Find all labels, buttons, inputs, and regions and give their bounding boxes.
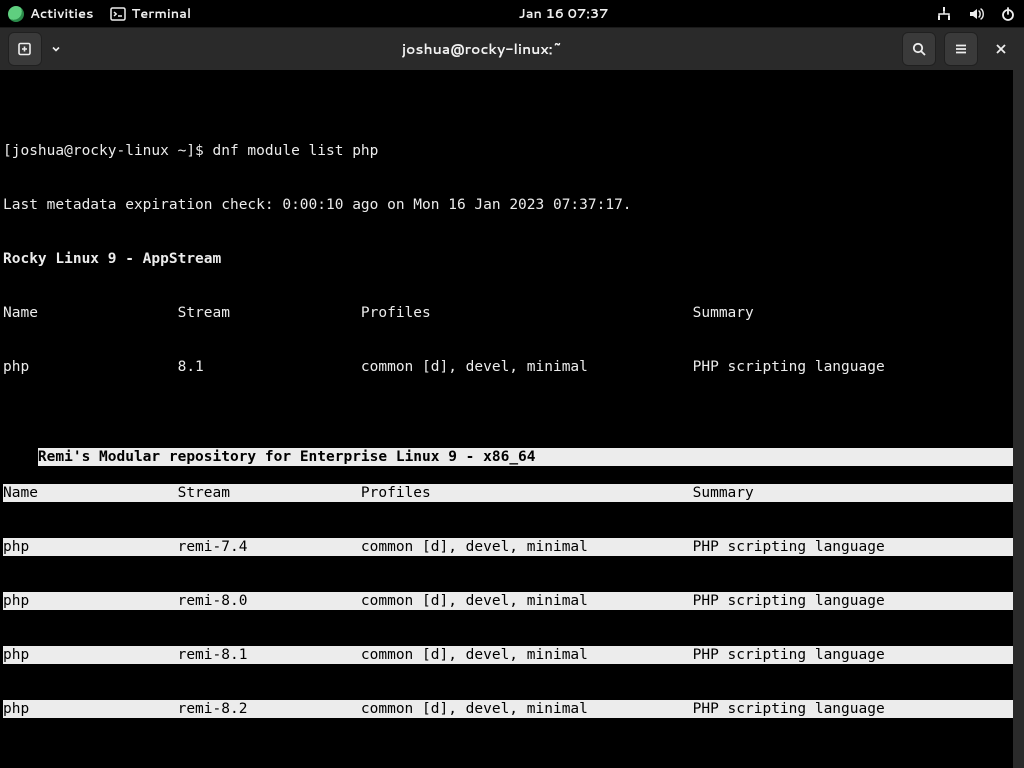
- activities-button[interactable]: Activities: [8, 5, 94, 23]
- clock-text: Jan 16 07:37: [519, 5, 609, 23]
- col-header-stream: Stream: [178, 304, 361, 322]
- volume-icon[interactable]: [968, 6, 984, 22]
- repo2-title: Remi's Modular repository for Enterprise…: [38, 448, 1024, 466]
- vertical-scrollbar[interactable]: [1013, 70, 1024, 768]
- metadata-check-line: Last metadata expiration check: 0:00:10 …: [3, 196, 1021, 214]
- repo1-title: Rocky Linux 9 - AppStream: [3, 250, 1021, 268]
- col-header-profiles: Profiles: [361, 304, 693, 322]
- table-row: php 8.1 common [d], devel, minimal PHP s…: [3, 358, 1021, 376]
- table-header-row: Name Stream Profiles Summary: [3, 484, 1021, 502]
- col-header-summary: Summary: [693, 304, 754, 322]
- new-tab-chevron-icon[interactable]: [50, 41, 62, 57]
- table-row: php remi-8.0 common [d], devel, minimal …: [3, 592, 1021, 610]
- terminal-viewport[interactable]: [joshua@rocky-linux ~]$ dnf module list …: [0, 70, 1024, 768]
- close-button[interactable]: [986, 34, 1016, 64]
- activities-label: Activities: [30, 5, 94, 23]
- app-menu-label: Terminal: [132, 5, 192, 23]
- distro-logo-icon: [8, 6, 24, 22]
- terminal-content: [joshua@rocky-linux ~]$ dnf module list …: [0, 106, 1024, 768]
- command-text: dnf module list php: [213, 143, 379, 159]
- window-header-bar: joshua@rocky-linux:~: [0, 27, 1024, 70]
- table-row: php remi-7.4 common [d], devel, minimal …: [3, 538, 1021, 556]
- network-icon[interactable]: [936, 6, 952, 22]
- search-button[interactable]: [902, 32, 936, 66]
- prompt-text: [joshua@rocky-linux ~]$: [3, 143, 213, 159]
- gnome-top-bar: Activities Terminal Jan 16 07:37: [0, 0, 1024, 27]
- table-row: php remi-8.1 common [d], devel, minimal …: [3, 646, 1021, 664]
- clock[interactable]: Jan 16 07:37: [519, 5, 609, 23]
- terminal-icon: [110, 6, 126, 22]
- app-menu-terminal[interactable]: Terminal: [110, 5, 192, 23]
- new-tab-button[interactable]: [8, 32, 42, 66]
- col-header-name: Name: [3, 304, 178, 322]
- table-row: php remi-8.2 common [d], devel, minimal …: [3, 700, 1021, 718]
- table-header-row: Name Stream Profiles Summary: [3, 304, 1021, 322]
- power-icon[interactable]: [1000, 6, 1016, 22]
- hamburger-menu-button[interactable]: [944, 32, 978, 66]
- window-title: joshua@rocky-linux:~: [70, 39, 894, 59]
